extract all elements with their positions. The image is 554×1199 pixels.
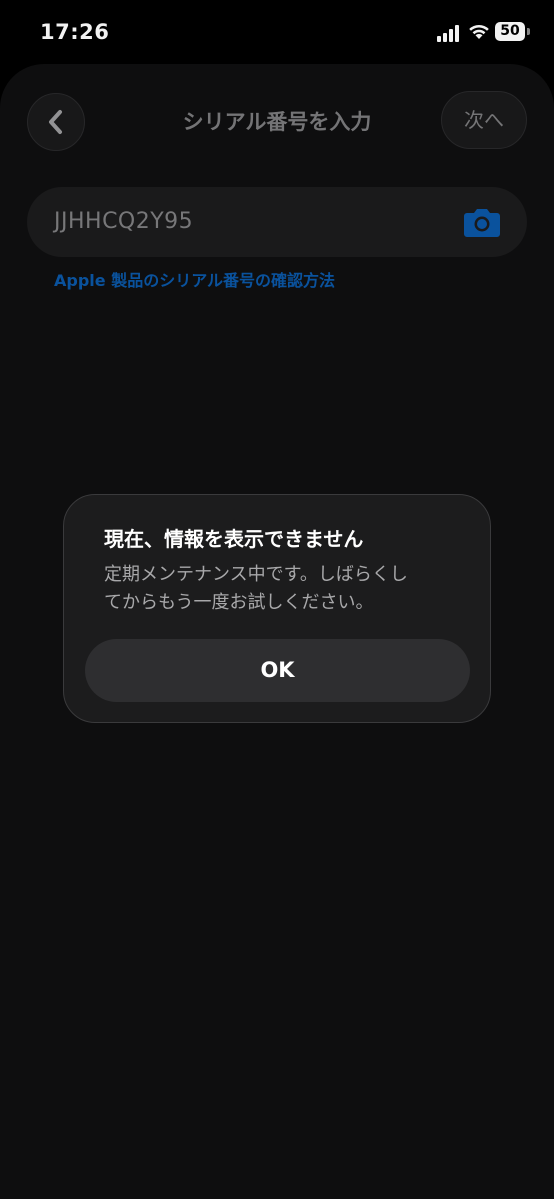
alert-message: 定期メンテナンス中です。しばらくしてからもう一度お試しください。 bbox=[104, 564, 408, 613]
alert-dialog: 現在、情報を表示できません 定期メンテナンス中です。しばらくしてからもう一度お試… bbox=[63, 494, 491, 723]
screen: 17:26 50 シリアル番号を入力 次へ JJHHCQ2Y95 Apple 製… bbox=[0, 0, 554, 1199]
ok-button[interactable]: OK bbox=[85, 639, 470, 702]
alert-title: 現在、情報を表示できません bbox=[104, 527, 364, 551]
